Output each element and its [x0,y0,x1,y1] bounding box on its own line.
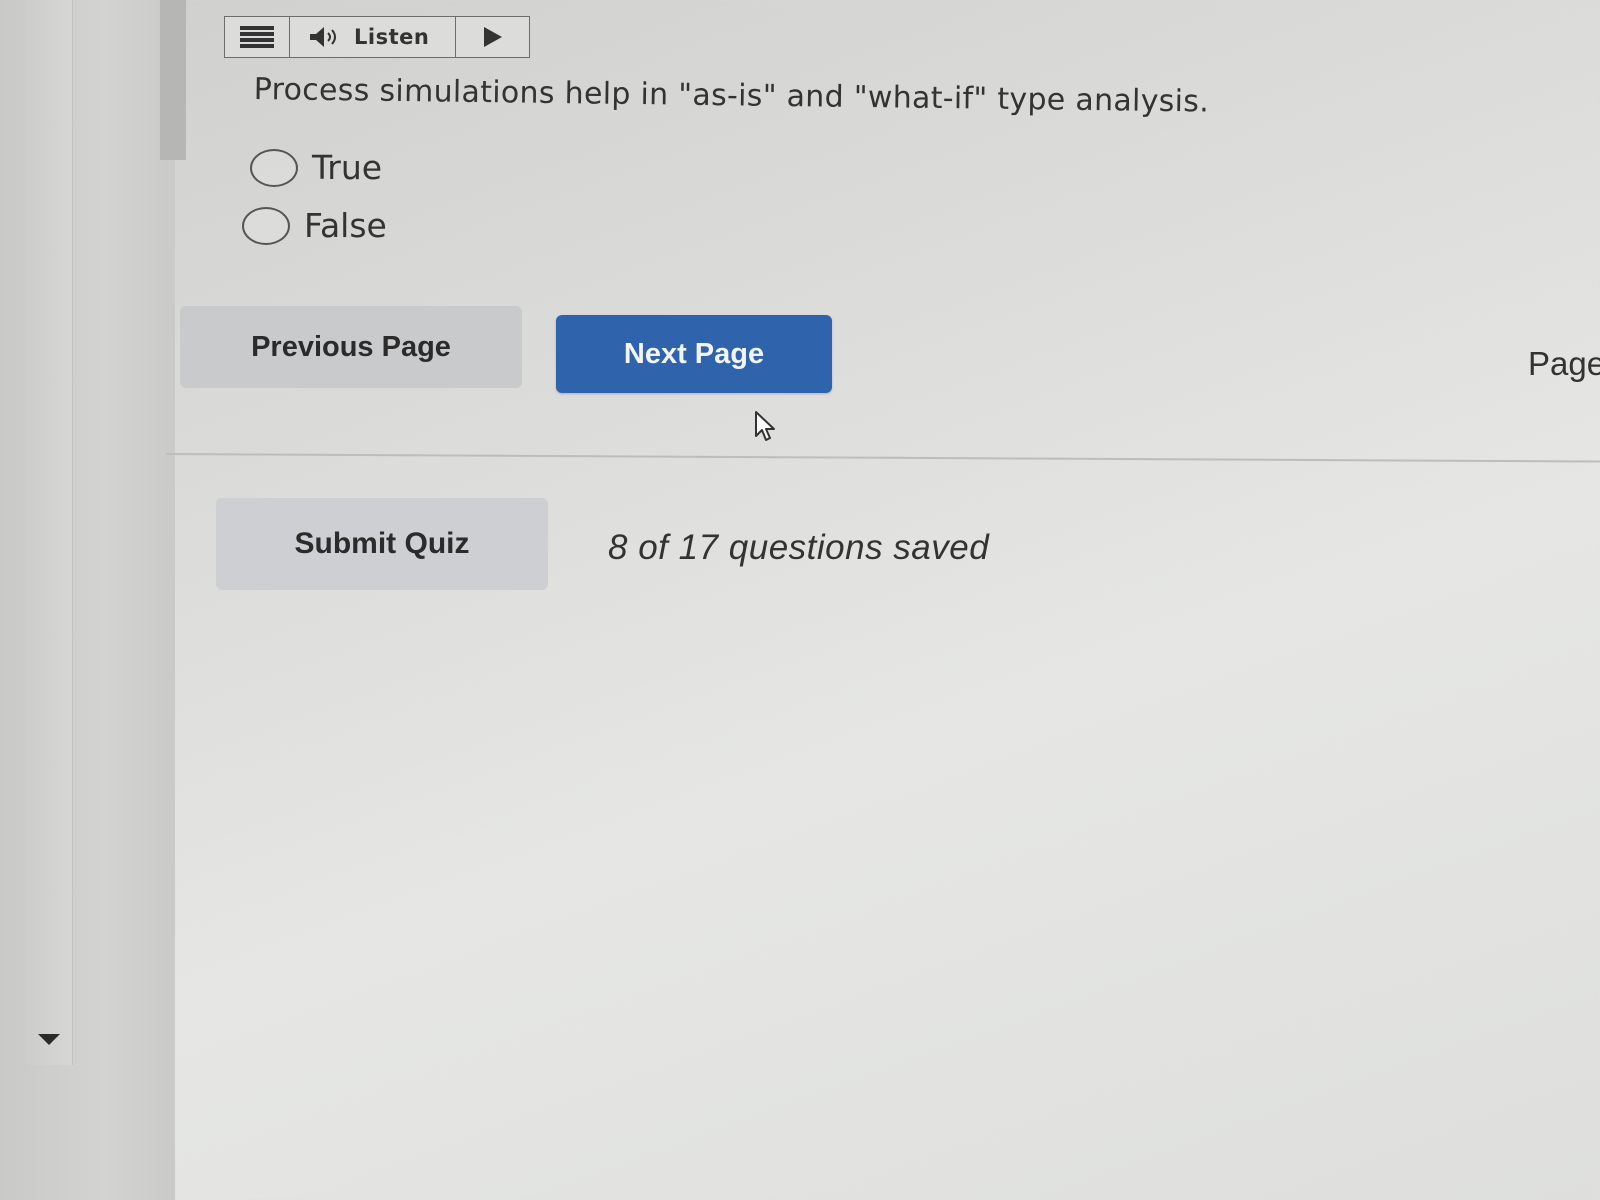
next-page-button[interactable]: Next Page [556,315,832,393]
questions-saved-status: 8 of 17 questions saved [608,528,990,567]
page-label-cut-off: Page [1528,345,1600,382]
answer-label-true: True [312,148,383,187]
hamburger-menu-icon [240,26,274,48]
answer-label-false: False [304,206,387,245]
play-icon [483,27,502,47]
previous-page-button[interactable]: Previous Page [180,306,522,388]
listen-label: Listen [354,25,430,49]
answer-option-true[interactable]: True [250,148,382,187]
collapse-arrow-icon[interactable] [38,1034,60,1045]
question-text: Process simulations help in "as-is" and … [253,72,1210,120]
play-button[interactable] [456,17,529,57]
listen-toolbar: Listen [224,16,530,58]
submit-quiz-button[interactable]: Submit Quiz [216,498,548,590]
answer-option-false[interactable]: False [242,206,387,245]
speaker-icon [310,27,336,47]
side-scroll-panel [26,0,73,1065]
radio-button-true[interactable] [250,148,298,187]
mouse-cursor-icon [755,411,775,441]
listen-button[interactable]: Listen [290,17,456,57]
scrollbar-thumb[interactable] [160,0,186,160]
section-divider [165,453,1600,463]
radio-button-false[interactable] [242,206,290,245]
hamburger-menu-button[interactable] [225,17,290,57]
